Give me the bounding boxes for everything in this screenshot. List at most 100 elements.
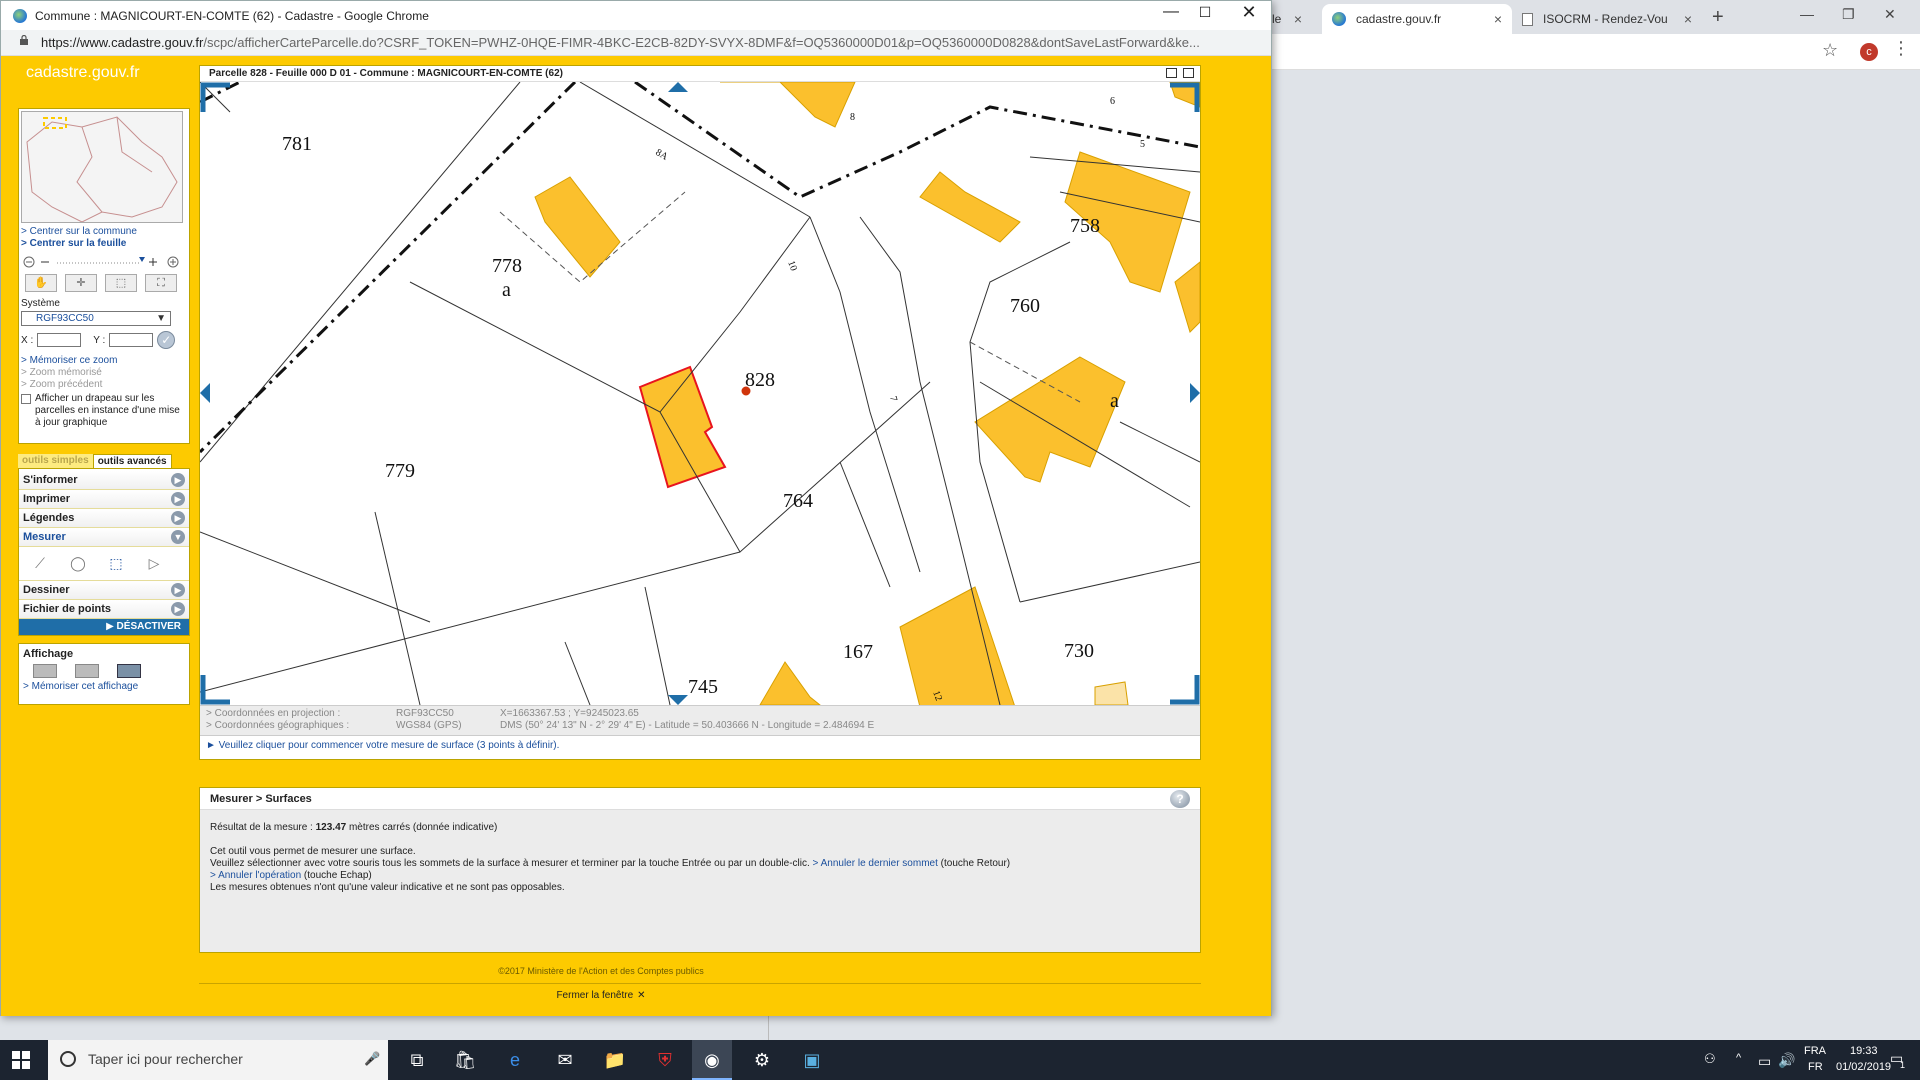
taskbar-search[interactable]: Taper ici pour rechercher 🎤 — [48, 1040, 388, 1080]
close-icon[interactable]: ✕ — [1884, 6, 1896, 23]
close-icon[interactable]: × — [1294, 11, 1302, 27]
y-input[interactable] — [109, 333, 154, 347]
app-icon[interactable]: ▣ — [800, 1048, 824, 1072]
center-commune-link[interactable]: > Centrer sur la commune — [21, 226, 187, 238]
language-bottom[interactable]: FR — [1808, 1061, 1823, 1073]
new-tab-icon[interactable]: + — [1712, 6, 1724, 29]
background-tab-isocrm[interactable]: ISOCRM - Rendez-Vou × — [1512, 4, 1702, 34]
restore-icon[interactable]: ❐ — [1842, 6, 1855, 23]
memorize-zoom-link[interactable]: > Mémoriser ce zoom — [21, 355, 187, 367]
tab-simple-tools[interactable]: outils simples — [18, 454, 93, 468]
zoom-box-icon[interactable]: ⬚ — [105, 274, 137, 292]
street-number: 7 — [887, 395, 899, 403]
result-line: Résultat de la mesure : 123.47 mètres ca… — [210, 822, 1190, 834]
building — [759, 661, 821, 705]
network-icon[interactable]: ▭ — [1758, 1053, 1771, 1070]
background-tab-cadastre[interactable]: cadastre.gouv.fr × — [1322, 4, 1512, 34]
measure-tools: ⟋ ◯ ⬚ ▷ — [19, 547, 189, 581]
chevron-down-icon: ▼ — [156, 313, 166, 324]
menu-item-measure[interactable]: Mesurer ▼ — [19, 528, 189, 547]
language-top[interactable]: FRA — [1804, 1045, 1826, 1057]
results-title: Mesurer > Surfaces — [210, 793, 312, 805]
settings-icon[interactable]: ⚙ — [750, 1048, 774, 1072]
help-line-1: Cet outil vous permet de mesurer une sur… — [210, 846, 416, 857]
address-bar[interactable]: https://www.cadastre.gouv.fr/scpc/affich… — [1, 30, 1271, 56]
go-check-icon[interactable]: ✓ — [157, 331, 176, 349]
ruler-icon[interactable]: ⟋ — [27, 553, 53, 573]
url-text[interactable]: https://www.cadastre.gouv.fr/scpc/affich… — [41, 35, 1261, 50]
surface-measure-icon[interactable]: ⬚ — [103, 553, 129, 573]
street-number: 8A — [654, 147, 671, 163]
circle-measure-icon[interactable]: ◯ — [65, 553, 91, 573]
parcel-boundary — [644, 586, 671, 705]
edge-icon[interactable]: e — [503, 1048, 527, 1072]
minimize-icon[interactable]: — — [1800, 6, 1814, 22]
maximize-button[interactable]: ☐ — [1185, 4, 1225, 21]
tools-menu: S'informer ▶ Imprimer ▶ Légendes ▶ Mesurer ▼… — [18, 468, 190, 636]
close-button[interactable]: ✕ — [1229, 2, 1269, 23]
fit-extent-icon[interactable]: ⛶ — [145, 274, 177, 292]
chevron-up-icon[interactable]: ^ — [1736, 1052, 1741, 1064]
maximize-window-icon[interactable] — [1183, 68, 1194, 78]
more-menu-icon[interactable]: ⋮ — [1892, 38, 1910, 59]
background-tab-partial[interactable]: le × — [1272, 4, 1312, 34]
people-icon[interactable]: ⚇ — [1704, 1051, 1716, 1067]
close-window-link[interactable]: Fermer la fenêtre ✕ — [1, 990, 1201, 1001]
close-icon: ✕ — [637, 990, 646, 1001]
file-explorer-icon[interactable]: 📁 — [603, 1048, 627, 1072]
system-select[interactable]: RGF93CC50 ▼ — [21, 311, 171, 326]
profile-avatar[interactable]: c — [1860, 43, 1878, 61]
display-mode-icon[interactable] — [117, 664, 141, 678]
undo-last-vertex-link[interactable]: > Annuler le dernier sommet — [813, 858, 938, 869]
menu-item-points-file[interactable]: Fichier de points ▶ — [19, 600, 189, 619]
background-toolbar: ☆ c ⋮ — [1272, 34, 1920, 70]
volume-icon[interactable]: 🔊 — [1778, 1052, 1795, 1069]
x-input[interactable] — [37, 333, 82, 347]
tab-advanced-tools[interactable]: outils avancés — [92, 454, 172, 468]
close-icon[interactable]: × — [1684, 11, 1692, 27]
display-mode-icon[interactable] — [33, 664, 57, 678]
display-mode-icon[interactable] — [75, 664, 99, 678]
mcafee-icon[interactable]: ⛨ — [653, 1048, 677, 1072]
clock-time[interactable]: 19:33 — [1850, 1045, 1878, 1057]
memorize-display-link[interactable]: > Mémoriser cet affichage — [23, 681, 185, 693]
site-logo[interactable]: cadastre.gouv.fr — [26, 64, 140, 82]
menu-item-inform[interactable]: S'informer ▶ — [19, 471, 189, 490]
reduce-window-icon[interactable] — [1166, 68, 1177, 78]
cadastre-map[interactable]: 781 778 a 828 779 764 745 167 730 760 75… — [200, 82, 1200, 705]
map-header: Parcelle 828 - Feuille 000 D 01 - Commun… — [200, 66, 1200, 82]
close-icon[interactable]: × — [1494, 11, 1502, 27]
coordinates-area: > Coordonnées en projection : RGF93CC50 … — [200, 705, 1200, 735]
menu-item-legends[interactable]: Légendes ▶ — [19, 509, 189, 528]
chevron-right-icon: ▶ — [171, 492, 185, 506]
previous-zoom-link: > Zoom précédent — [21, 379, 103, 390]
lock-icon — [20, 35, 28, 45]
microphone-icon[interactable]: 🎤 — [364, 1051, 380, 1067]
center-sheet-link[interactable]: > Centrer sur la feuille — [21, 238, 187, 250]
overview-map[interactable] — [21, 111, 183, 223]
crosshair-icon[interactable]: ✛ — [65, 274, 97, 292]
parcel-label: 760 — [1010, 295, 1040, 317]
store-icon[interactable]: 🛍 — [453, 1048, 477, 1072]
flag-checkbox[interactable] — [21, 394, 31, 404]
task-view-icon[interactable]: ⧉ — [405, 1048, 429, 1072]
close-window-label: Fermer la fenêtre — [556, 990, 634, 1001]
background-page-content — [1272, 70, 1920, 1040]
chrome-icon[interactable]: ◉ — [692, 1040, 732, 1080]
help-icon[interactable]: ? — [1170, 790, 1190, 808]
bookmark-star-icon[interactable]: ☆ — [1822, 40, 1838, 61]
building — [899, 586, 1015, 705]
help-text: Veuillez sélectionner avec votre souris … — [210, 858, 813, 869]
windows-start-icon[interactable] — [12, 1051, 30, 1069]
parcel-boundary — [839, 461, 891, 588]
cancel-operation-link[interactable]: > Annuler l'opération — [210, 870, 301, 881]
zoom-slider[interactable] — [21, 254, 187, 270]
angle-measure-icon[interactable]: ▷ — [141, 553, 167, 573]
menu-item-print[interactable]: Imprimer ▶ — [19, 490, 189, 509]
street-number: 6 — [1110, 96, 1115, 107]
clock-date[interactable]: 01/02/2019 — [1836, 1061, 1891, 1073]
menu-item-draw[interactable]: Dessiner ▶ — [19, 581, 189, 600]
deactivate-button[interactable]: ▶ DÉSACTIVER — [19, 619, 189, 635]
mail-icon[interactable]: ✉ — [553, 1048, 577, 1072]
pan-hand-icon[interactable]: ✋ — [25, 274, 57, 292]
